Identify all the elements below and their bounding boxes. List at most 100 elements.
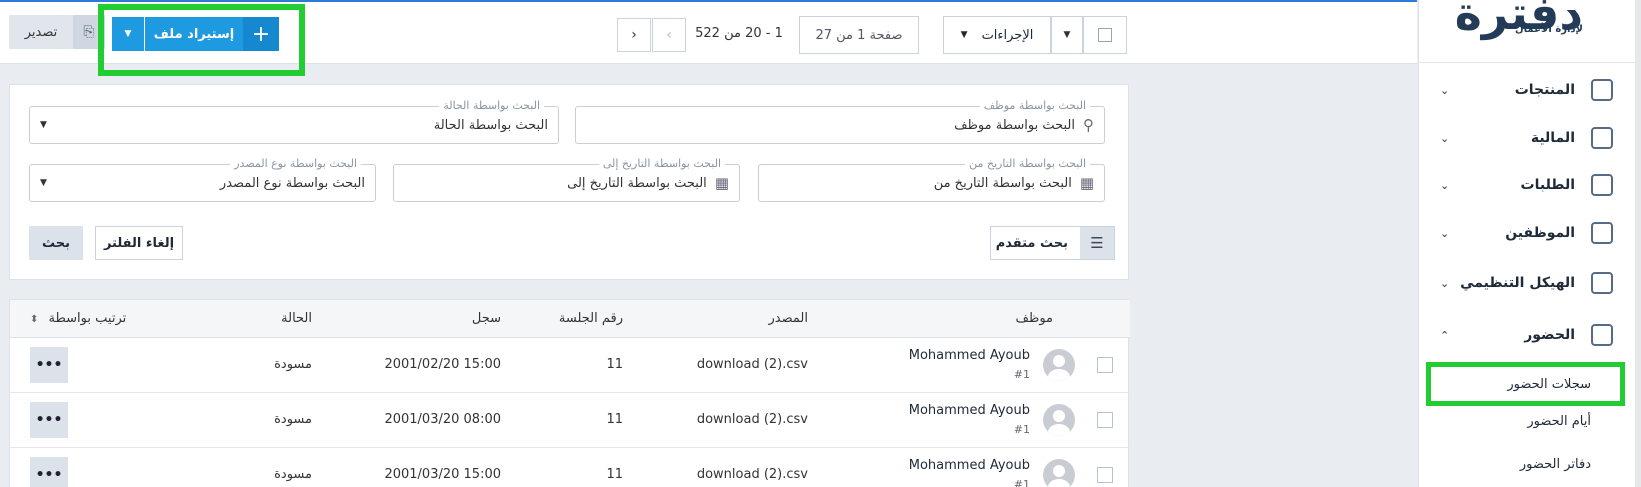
- employee-search-input[interactable]: البحث بواسطة موظف: [954, 118, 1075, 133]
- logo-subtitle: لإدارة الأعمال: [1515, 24, 1583, 35]
- avatar: [1043, 349, 1075, 381]
- money-icon: [1591, 127, 1613, 149]
- sort-by-dropdown[interactable]: ترتيب بواسطة ⬍: [30, 311, 126, 326]
- actions-dropdown[interactable]: الإجراءات ▼: [943, 16, 1051, 54]
- daftra-logo[interactable]: دفترة لإدارة الأعمال: [1455, 0, 1593, 40]
- sidebar-item-2[interactable]: الطلبات ⌄: [1418, 161, 1635, 209]
- sidebar-item-label: الهيكل التنظيمي: [1460, 275, 1575, 291]
- sidebar-item-label: المنتجات: [1514, 82, 1575, 98]
- cancel-filter-button[interactable]: إلغاء الفلتر: [95, 226, 183, 260]
- log-cell: 08:00 2001/03/20: [384, 412, 501, 427]
- source-type-legend: البحث بواسطة نوع المصدر: [230, 157, 361, 170]
- next-page-button[interactable]: ›: [617, 18, 651, 52]
- employee-name[interactable]: Mohammed Ayoub: [890, 458, 1030, 473]
- box-icon: [1591, 79, 1613, 101]
- employee-name[interactable]: Mohammed Ayoub: [890, 348, 1030, 363]
- log-cell: 15:00 2001/02/20: [384, 357, 501, 372]
- export-button[interactable]: تصدير: [9, 15, 73, 49]
- sidebar-subitem-1[interactable]: أيام الحضور: [1418, 401, 1635, 441]
- plus-icon[interactable]: +: [243, 17, 279, 51]
- source-cell: download (2).csv: [696, 412, 808, 427]
- header-log: سجل: [471, 311, 501, 326]
- date-to-input[interactable]: البحث بواسطة التاريخ إلى: [567, 176, 707, 191]
- sidebar-item-0[interactable]: المنتجات ⌄: [1418, 66, 1635, 114]
- source-cell: download (2).csv: [696, 357, 808, 372]
- sort-by-label: ترتيب بواسطة: [48, 311, 127, 326]
- source-type-field[interactable]: البحث بواسطة نوع المصدر البحث بواسطة نوع…: [29, 157, 376, 202]
- header-source: المصدر: [768, 311, 808, 326]
- import-dropdown-button[interactable]: ▼: [112, 17, 144, 51]
- table-row[interactable]: Mohammed Ayoub #1 download (2).csv 11 15:00 …: [10, 448, 1130, 487]
- more-actions-button[interactable]: •••: [30, 457, 68, 487]
- prev-page-button[interactable]: ‹: [652, 18, 686, 52]
- filter-panel: البحث بواسطة موظف ⚲ البحث بواسطة موظف ال…: [9, 84, 1129, 280]
- row-checkbox[interactable]: [1097, 357, 1113, 373]
- header-employee: موظف: [1015, 311, 1053, 326]
- select-options-dropdown[interactable]: ▼: [1051, 16, 1083, 54]
- table-row[interactable]: Mohammed Ayoub #1 download (2).csv 11 15:00 …: [10, 338, 1130, 393]
- sidebar-item-label: الحضور: [1524, 327, 1575, 343]
- sidebar-scrollbar[interactable]: [1635, 0, 1641, 487]
- attendance-logs-table: موظف المصدر رقم الجلسة سجل الحالة ترتيب …: [9, 299, 1130, 487]
- pagination-range: 1 - 20 من 522: [695, 26, 783, 41]
- sidebar-item-label: الطلبات: [1520, 177, 1575, 193]
- sidebar-subitem-2[interactable]: دفاتر الحضور: [1418, 444, 1635, 484]
- chevron-icon: ⌄: [1440, 131, 1450, 145]
- date-from-input[interactable]: البحث بواسطة التاريخ من: [934, 176, 1072, 191]
- sidebar-subitem-0[interactable]: سجلات الحضور: [1418, 364, 1635, 404]
- actions-label: الإجراءات: [981, 27, 1034, 43]
- top-toolbar: تصدير ⎘ ▼ إستيراد ملف + › ‹ 1 - 20 من 52…: [0, 0, 1417, 76]
- source-type-input[interactable]: البحث بواسطة نوع المصدر: [220, 176, 365, 191]
- employee-id: #1: [1013, 368, 1030, 381]
- employee-id: #1: [1013, 423, 1030, 436]
- status-search-field[interactable]: البحث بواسطة الحالة البحث بواسطة الحالة …: [29, 99, 559, 144]
- chevron-icon: ⌄: [1440, 178, 1450, 192]
- date-to-legend: البحث بواسطة التاريخ إلى: [598, 157, 725, 170]
- sidebar-item-5[interactable]: الحضور ⌃: [1418, 311, 1635, 359]
- advanced-search-label: بحث متقدم: [995, 235, 1068, 251]
- date-from-legend: البحث بواسطة التاريخ من: [965, 157, 1090, 170]
- sort-icon: ⬍: [30, 314, 39, 325]
- search-icon: ⚲: [1083, 116, 1094, 134]
- more-actions-button[interactable]: •••: [30, 347, 68, 383]
- avatar: [1043, 459, 1075, 487]
- advanced-search-button[interactable]: ☰ بحث متقدم: [990, 226, 1115, 260]
- sidebar: دفترة لإدارة الأعمال المنتجات ⌄ المالية ⌄ ال…: [1418, 0, 1641, 487]
- status-cell: مسودة: [274, 357, 312, 372]
- status-search-input[interactable]: البحث بواسطة الحالة: [434, 118, 548, 133]
- clipboard-icon: [1591, 174, 1613, 196]
- status-cell: مسودة: [274, 412, 312, 427]
- employee-search-field[interactable]: البحث بواسطة موظف ⚲ البحث بواسطة موظف: [575, 99, 1105, 144]
- import-file-button[interactable]: إستيراد ملف: [145, 17, 243, 51]
- sidebar-item-label: الموظفين: [1505, 225, 1575, 241]
- sidebar-item-label: المالية: [1530, 130, 1575, 146]
- chevron-down-icon: ▼: [960, 30, 968, 40]
- sliders-icon: ☰: [1080, 227, 1114, 259]
- table-row[interactable]: Mohammed Ayoub #1 download (2).csv 11 08:00 …: [10, 393, 1130, 448]
- search-button[interactable]: بحث: [29, 226, 83, 260]
- chevron-down-icon: ▼: [40, 178, 47, 188]
- sidebar-item-4[interactable]: الهيكل التنظيمي ⌄: [1418, 259, 1635, 307]
- more-actions-button[interactable]: •••: [30, 402, 68, 438]
- sidebar-item-3[interactable]: الموظفين ⌄: [1418, 209, 1635, 257]
- row-checkbox[interactable]: [1097, 467, 1113, 483]
- select-all-checkbox[interactable]: [1083, 16, 1127, 54]
- header-status: الحالة: [281, 311, 312, 326]
- log-cell: 15:00 2001/03/20: [384, 467, 501, 482]
- page-indicator[interactable]: صفحة 1 من 27: [799, 16, 919, 54]
- chevron-icon: ⌄: [1440, 226, 1450, 240]
- sidebar-divider: [1418, 62, 1635, 63]
- status-cell: مسودة: [274, 467, 312, 482]
- session-cell: 11: [606, 412, 623, 427]
- date-from-field[interactable]: البحث بواسطة التاريخ من ▦ البحث بواسطة ا…: [758, 157, 1105, 202]
- session-cell: 11: [606, 467, 623, 482]
- employee-search-legend: البحث بواسطة موظف: [979, 99, 1090, 112]
- employee-name[interactable]: Mohammed Ayoub: [890, 403, 1030, 418]
- date-to-field[interactable]: البحث بواسطة التاريخ إلى ▦ البحث بواسطة …: [393, 157, 740, 202]
- users-icon: [1591, 222, 1613, 244]
- sidebar-item-1[interactable]: المالية ⌄: [1418, 114, 1635, 162]
- chevron-down-icon: ▼: [40, 120, 47, 130]
- row-checkbox[interactable]: [1097, 412, 1113, 428]
- chevron-icon: ⌄: [1440, 276, 1450, 290]
- avatar: [1043, 404, 1075, 436]
